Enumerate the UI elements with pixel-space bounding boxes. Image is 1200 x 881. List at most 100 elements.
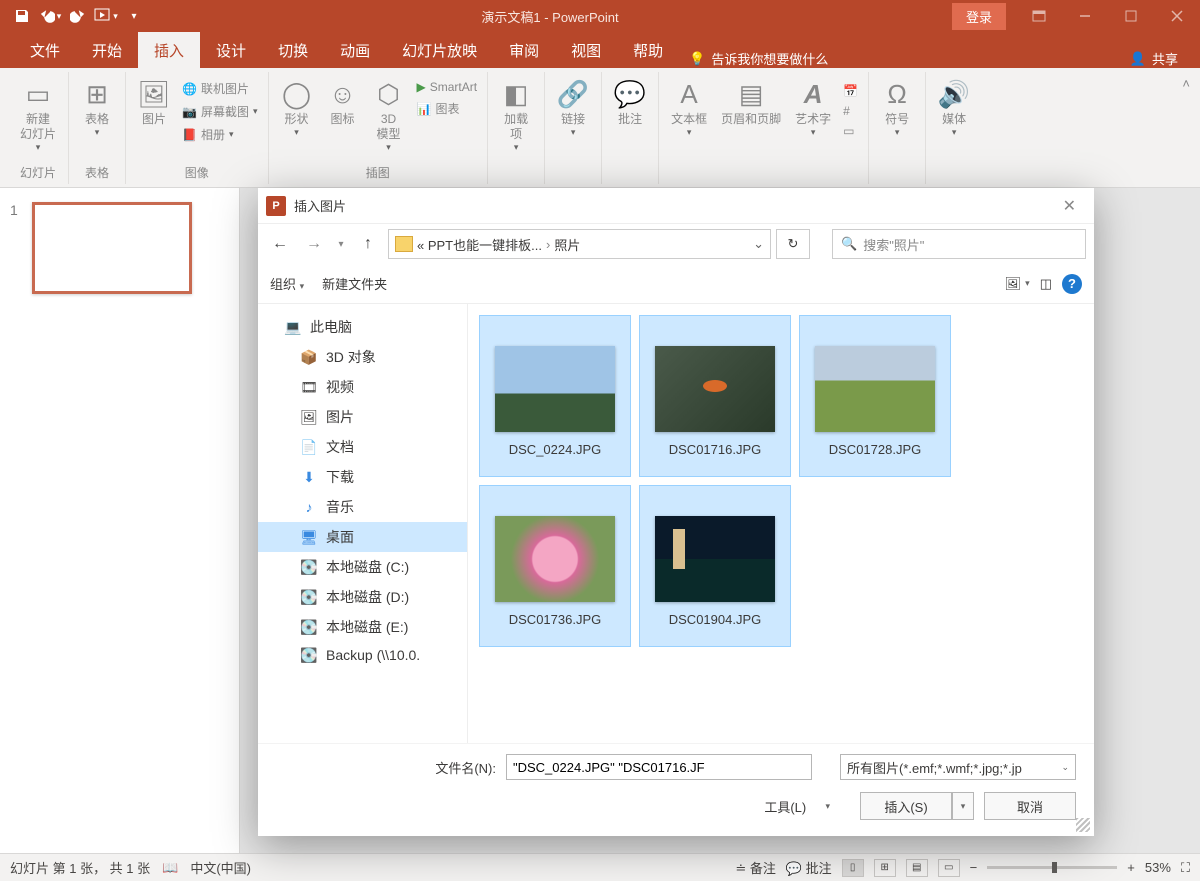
zoom-level[interactable]: 53% (1145, 860, 1171, 875)
tree-music[interactable]: ♪音乐 (258, 492, 467, 522)
screenshot-button[interactable]: 📷屏幕截图▾ (178, 101, 262, 122)
redo-icon[interactable] (64, 2, 92, 30)
slideshow-view-icon[interactable]: ▭ (938, 859, 960, 877)
up-button[interactable]: ↑ (354, 230, 382, 258)
comment-button[interactable]: 💬批注 (608, 74, 652, 162)
tab-animations[interactable]: 动画 (324, 32, 386, 68)
zoom-in-icon[interactable]: + (1127, 860, 1135, 875)
help-icon[interactable]: ? (1062, 274, 1082, 294)
tree-this-pc[interactable]: 💻此电脑 (258, 312, 467, 342)
chevron-down-icon[interactable]: ⌄ (753, 236, 764, 252)
addins-button[interactable]: ◧加载 项▾ (494, 74, 538, 162)
maximize-icon[interactable] (1108, 2, 1154, 30)
file-item[interactable]: DSC01728.JPG (800, 316, 950, 476)
customize-qat-icon[interactable]: ▾ (120, 2, 148, 30)
file-item[interactable]: DSC01736.JPG (480, 486, 630, 646)
slide-number-button[interactable]: # (839, 102, 862, 120)
insert-button[interactable]: 插入(S) (860, 792, 952, 820)
tab-file[interactable]: 文件 (14, 32, 76, 68)
file-item[interactable]: DSC01716.JPG (640, 316, 790, 476)
close-icon[interactable] (1154, 2, 1200, 30)
photo-album-button[interactable]: 📕相册▾ (178, 124, 262, 145)
table-button[interactable]: ⊞表格▾ (75, 74, 119, 162)
slide-thumbnail[interactable] (32, 202, 192, 294)
tree-network-backup[interactable]: 💽Backup (\\10.0. (258, 642, 467, 668)
shapes-button[interactable]: ◯形状▾ (275, 74, 319, 162)
textbox-button[interactable]: A文本框▾ (665, 74, 713, 162)
pictures-button[interactable]: 🖼图片 (132, 74, 176, 162)
fit-to-window-icon[interactable]: ⛶ (1181, 860, 1190, 876)
resize-grip[interactable] (1076, 818, 1090, 832)
header-footer-button[interactable]: ▤页眉和页脚 (715, 74, 787, 162)
forward-button[interactable]: → (300, 230, 328, 258)
tab-slideshow[interactable]: 幻灯片放映 (386, 32, 493, 68)
dialog-sidebar[interactable]: 💻此电脑 📦3D 对象 🎞视频 🖼图片 📄文档 ⬇下载 ♪音乐 🖥桌面 💽本地磁… (258, 304, 468, 743)
address-bar[interactable]: « PPT也能一键排板... › 照片 ⌄ (388, 229, 771, 259)
tab-review[interactable]: 审阅 (493, 32, 555, 68)
share-button[interactable]: 👤 共享 (1130, 49, 1186, 68)
file-list[interactable]: DSC_0224.JPG DSC01716.JPG DSC01728.JPG D… (468, 304, 1094, 743)
media-button[interactable]: 🔊媒体▾ (932, 74, 976, 162)
filename-input[interactable] (506, 754, 812, 780)
3d-models-button[interactable]: ⬡3D 模型▾ (367, 74, 411, 162)
icons-button[interactable]: ☺图标 (321, 74, 365, 162)
tab-help[interactable]: 帮助 (617, 32, 679, 68)
spellcheck-icon[interactable]: 📖 (162, 860, 178, 876)
filetype-select[interactable]: 所有图片(*.emf;*.wmf;*.jpg;*.jp⌄ (840, 754, 1076, 780)
tree-videos[interactable]: 🎞视频 (258, 372, 467, 402)
tab-home[interactable]: 开始 (76, 32, 138, 68)
tree-desktop[interactable]: 🖥桌面 (258, 522, 467, 552)
tree-drive-d[interactable]: 💽本地磁盘 (D:) (258, 582, 467, 612)
preview-pane-button[interactable]: ◫ (1040, 276, 1052, 292)
slide-thumbnail-panel[interactable]: 1 (0, 188, 240, 858)
cancel-button[interactable]: 取消 (984, 792, 1076, 820)
recent-dropdown[interactable]: ▾ (334, 230, 348, 258)
dialog-titlebar[interactable]: P 插入图片 ✕ (258, 188, 1094, 224)
zoom-out-icon[interactable]: − (970, 860, 978, 875)
tab-design[interactable]: 设计 (200, 32, 262, 68)
normal-view-icon[interactable]: ▯ (842, 859, 864, 877)
new-slide-button[interactable]: ▭新建 幻灯片▾ (14, 74, 62, 162)
tree-documents[interactable]: 📄文档 (258, 432, 467, 462)
tell-me-search[interactable]: 💡 告诉我你想要做什么 (689, 49, 828, 68)
dialog-close-button[interactable]: ✕ (1055, 192, 1084, 220)
tree-3d-objects[interactable]: 📦3D 对象 (258, 342, 467, 372)
zoom-slider[interactable] (987, 866, 1117, 869)
refresh-button[interactable]: ↻ (776, 229, 810, 259)
undo-icon[interactable]: ▾ (36, 2, 64, 30)
smartart-button[interactable]: ▶SmartArt (413, 78, 482, 96)
file-item[interactable]: DSC_0224.JPG (480, 316, 630, 476)
login-button[interactable]: 登录 (952, 3, 1006, 30)
tab-view[interactable]: 视图 (555, 32, 617, 68)
language-label[interactable]: 中文(中国) (190, 858, 251, 877)
date-time-button[interactable]: 📅 (839, 82, 862, 100)
search-box[interactable]: 🔍 搜索"照片" (832, 229, 1086, 259)
insert-dropdown[interactable]: ▾ (952, 792, 974, 820)
slide-counter[interactable]: 幻灯片 第 1 张， 共 1 张 (10, 858, 150, 877)
links-button[interactable]: 🔗链接▾ (551, 74, 595, 162)
tree-pictures[interactable]: 🖼图片 (258, 402, 467, 432)
tree-drive-e[interactable]: 💽本地磁盘 (E:) (258, 612, 467, 642)
slide-sorter-view-icon[interactable]: ⊞ (874, 859, 896, 877)
comments-button[interactable]: 💬 批注 (786, 858, 832, 877)
notes-button[interactable]: ≐ 备注 (735, 858, 776, 877)
back-button[interactable]: ← (266, 230, 294, 258)
object-button[interactable]: ▭ (839, 122, 862, 140)
file-item[interactable]: DSC01904.JPG (640, 486, 790, 646)
tree-drive-c[interactable]: 💽本地磁盘 (C:) (258, 552, 467, 582)
online-pictures-button[interactable]: 🌐联机图片 (178, 78, 262, 99)
symbol-button[interactable]: Ω符号▾ (875, 74, 919, 162)
start-from-beginning-icon[interactable]: ▾ (92, 2, 120, 30)
save-icon[interactable] (8, 2, 36, 30)
organize-button[interactable]: 组织 ▾ (270, 274, 304, 293)
view-mode-button[interactable]: 🖼 ▾ (1005, 276, 1030, 292)
reading-view-icon[interactable]: ▤ (906, 859, 928, 877)
new-folder-button[interactable]: 新建文件夹 (322, 274, 387, 293)
tab-insert[interactable]: 插入 (138, 32, 200, 68)
ribbon-display-icon[interactable] (1016, 2, 1062, 30)
tab-transitions[interactable]: 切换 (262, 32, 324, 68)
tools-dropdown[interactable]: 工具(L) ▾ (764, 797, 830, 816)
minimize-icon[interactable] (1062, 2, 1108, 30)
tree-downloads[interactable]: ⬇下载 (258, 462, 467, 492)
wordart-button[interactable]: A艺术字▾ (789, 74, 837, 162)
